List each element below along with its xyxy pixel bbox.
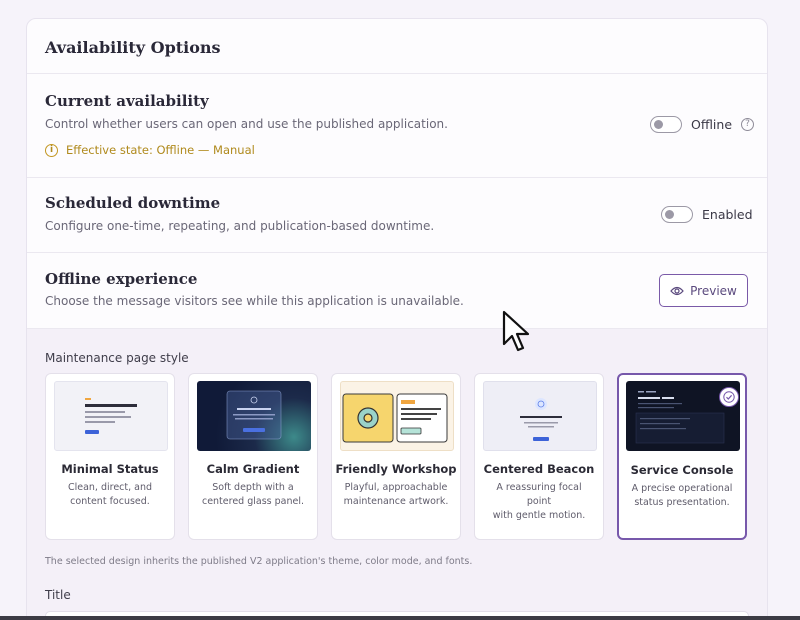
availability-toggle[interactable] <box>650 116 682 133</box>
maintenance-style-label: Maintenance page style <box>45 351 189 365</box>
style-inheritance-note: The selected design inherits the publish… <box>45 556 473 567</box>
scheduled-downtime-section: Scheduled downtime Configure one-time, r… <box>27 178 767 253</box>
mouse-cursor-icon <box>502 310 530 352</box>
calm-gradient-thumbnail <box>197 381 311 451</box>
style-option-service-console[interactable]: Service Console A precise operational sta… <box>617 373 747 540</box>
downtime-toggle[interactable] <box>661 206 693 223</box>
style-options: Minimal Status Clean, direct, and content… <box>45 373 747 540</box>
style-option-calm-gradient[interactable]: Calm Gradient Soft depth with a centered … <box>188 373 318 540</box>
section-title: Current availability <box>45 92 209 110</box>
style-description: A precise operational status presentation… <box>631 483 733 508</box>
availability-options-card: Availability Options Current availabilit… <box>26 18 768 620</box>
availability-toggle-label: Offline <box>691 117 733 132</box>
offline-experience-section: Offline experience Choose the message vi… <box>27 253 767 329</box>
centered-beacon-thumbnail <box>483 381 597 451</box>
page-title: Availability Options <box>45 38 221 57</box>
downtime-toggle-label: Enabled <box>702 207 753 222</box>
style-description: Clean, direct, and content focused. <box>67 482 153 507</box>
section-description: Control whether users can open and use t… <box>45 117 448 131</box>
toggle-knob <box>654 119 663 129</box>
section-description: Configure one-time, repeating, and publi… <box>45 219 435 233</box>
effective-state-text: Effective state: Offline — Manual <box>66 143 255 157</box>
title-field-label: Title <box>45 588 71 602</box>
toggle-knob <box>665 209 674 219</box>
style-option-centered-beacon[interactable]: Centered Beacon A reassuring focal point… <box>474 373 604 540</box>
style-name: Minimal Status <box>61 462 159 476</box>
eye-icon <box>670 286 684 295</box>
downtime-toggle-group: Enabled <box>661 206 753 223</box>
card-header: Availability Options <box>27 19 767 74</box>
maintenance-style-panel: Maintenance page style Minimal Status Cl… <box>27 329 767 620</box>
style-name: Calm Gradient <box>206 462 300 476</box>
preview-button[interactable]: Preview <box>659 274 748 307</box>
style-name: Centered Beacon <box>483 462 595 476</box>
style-name: Service Console <box>630 463 734 477</box>
style-option-friendly-workshop[interactable]: Friendly Workshop Playful, approachable m… <box>331 373 461 540</box>
window-bottom-edge <box>0 616 800 620</box>
help-icon[interactable]: ? <box>741 118 755 131</box>
selected-check-icon <box>719 387 739 407</box>
style-description: A reassuring focal point with gentle moti… <box>492 482 586 521</box>
style-option-minimal-status[interactable]: Minimal Status Clean, direct, and content… <box>45 373 175 540</box>
section-title: Offline experience <box>45 270 198 288</box>
style-description: Playful, approachable maintenance artwork… <box>343 482 449 507</box>
style-name: Friendly Workshop <box>335 462 457 476</box>
friendly-workshop-thumbnail <box>340 381 454 451</box>
section-title: Scheduled downtime <box>45 194 221 212</box>
minimal-status-thumbnail <box>54 381 168 451</box>
section-description: Choose the message visitors see while th… <box>45 294 464 308</box>
style-description: Soft depth with a centered glass panel. <box>201 482 305 507</box>
info-icon: i <box>45 143 58 157</box>
preview-label: Preview <box>690 283 737 298</box>
current-availability-section: Current availability Control whether use… <box>27 74 767 178</box>
availability-toggle-group: Offline ? <box>650 116 755 133</box>
effective-state: i Effective state: Offline — Manual <box>45 143 255 157</box>
gear-icon <box>357 407 379 429</box>
